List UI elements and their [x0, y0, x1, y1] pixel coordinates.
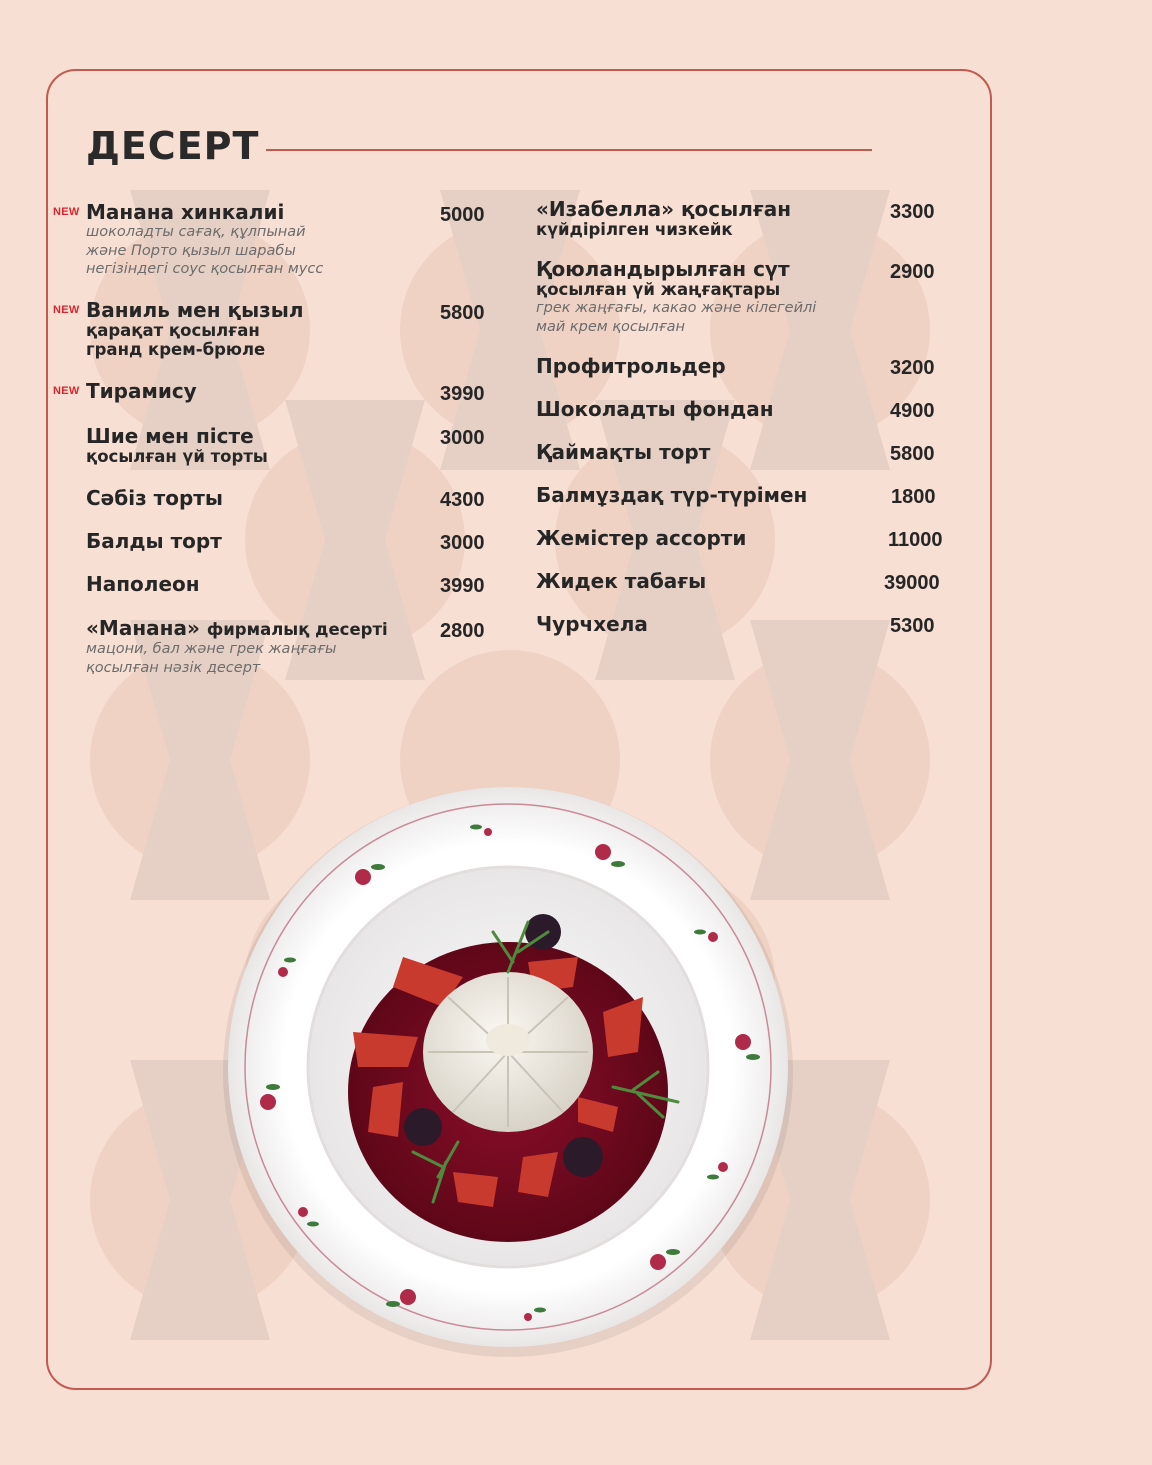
item-price: 4900	[890, 400, 935, 422]
item-price: 5800	[890, 443, 935, 465]
menu-item: Балды торт	[86, 531, 222, 552]
item-name: Қоюландырылған сүт	[536, 257, 790, 281]
menu-item: Жидек табағы	[536, 571, 706, 592]
item-name: Чурчхела	[536, 612, 648, 636]
item-price: 5000	[440, 204, 485, 226]
dessert-plate-photo	[218, 782, 798, 1362]
item-name: Шоколадты фондан	[536, 397, 774, 421]
item-name: Тирамису	[86, 379, 197, 403]
item-name: «Изабелла» қосылған	[536, 197, 792, 221]
new-badge: NEW	[53, 206, 80, 218]
menu-item: «Изабелла» қосылған күйдірілген чизкейк	[536, 197, 792, 240]
item-name-suffix: фирмалық десерті	[206, 620, 388, 639]
item-name: Қаймақты торт	[536, 440, 711, 464]
item-price: 3990	[440, 575, 485, 597]
menu-item: Шоколадты фондан	[536, 399, 774, 420]
menu-item: Ваниль мен қызыл қарақат қосылған гранд …	[86, 298, 304, 360]
item-name: «Манана» фирмалық десерті	[86, 618, 388, 640]
item-price: 11000	[888, 529, 943, 551]
item-name: Балды торт	[86, 529, 222, 553]
item-price: 3990	[440, 383, 485, 405]
menu-item: Қоюландырылған сүт қосылған үй жаңғақтар…	[536, 259, 816, 336]
item-name-line: күйдірілген чизкейк	[536, 220, 733, 239]
item-name: Профитрольдер	[536, 354, 726, 378]
item-name-line: қосылған үй жаңғақтары	[536, 280, 781, 299]
title-divider	[266, 149, 872, 151]
menu-item: Жемістер ассорти	[536, 528, 746, 549]
section-title: ДЕСЕРТ	[86, 124, 260, 168]
menu-item: Профитрольдер	[536, 356, 726, 377]
menu-item: «Манана» фирмалық десерті мацони, бал жә…	[86, 618, 388, 677]
item-price: 2800	[440, 620, 485, 642]
item-price: 5800	[440, 302, 485, 324]
item-desc: қосылған нәзік десерт	[86, 659, 261, 676]
item-name-main: «Манана»	[86, 616, 200, 640]
item-desc: май крем қосылған	[536, 318, 686, 335]
item-price: 3000	[440, 532, 485, 554]
item-name: Жидек табағы	[536, 569, 707, 593]
menu-item: Манана хинкалиі шоколадты сағақ, құлпына…	[86, 202, 323, 279]
menu-item: Қаймақты торт	[536, 442, 710, 463]
item-price: 1800	[891, 486, 936, 508]
item-desc: грек жаңғағы, какао және кілегейлі	[536, 300, 817, 316]
item-desc: негізіндегі соус қосылған мусс	[86, 261, 324, 277]
item-name-line: қарақат қосылған	[86, 321, 260, 340]
menu-item: Балмұздақ түр-түрімен	[536, 485, 807, 506]
item-desc: және Порто қызыл шарабы	[86, 242, 296, 259]
item-price: 5300	[890, 615, 935, 637]
item-name: Балмұздақ түр-түрімен	[536, 483, 808, 507]
menu-item: Сәбіз торты	[86, 488, 223, 509]
item-price: 3000	[440, 427, 485, 449]
item-price: 3200	[890, 357, 935, 379]
new-badge: NEW	[53, 385, 80, 397]
item-price: 4300	[440, 489, 485, 511]
item-name: Сәбіз торты	[86, 486, 223, 510]
item-desc: мацони, бал және грек жаңғағы	[86, 641, 337, 657]
item-price: 2900	[890, 261, 935, 283]
item-name: Наполеон	[86, 572, 200, 596]
item-name: Жемістер ассорти	[536, 526, 747, 550]
menu-item: Наполеон	[86, 574, 200, 595]
item-price: 39000	[884, 572, 940, 594]
item-name: Ваниль мен қызыл	[86, 298, 304, 322]
item-price: 3300	[890, 201, 935, 223]
item-desc: шоколадты сағақ, құлпынай	[86, 224, 306, 240]
new-badge: NEW	[53, 304, 80, 316]
menu-item: Тирамису	[86, 381, 197, 402]
menu-item: Чурчхела	[536, 614, 648, 635]
item-name: Шие мен пісте	[86, 424, 254, 448]
menu-item: Шие мен пісте қосылған үй торты	[86, 424, 268, 467]
item-name: Манана хинкалиі	[86, 200, 285, 224]
item-name-line: гранд крем-брюле	[86, 340, 266, 359]
item-name-line: қосылған үй торты	[86, 447, 268, 466]
